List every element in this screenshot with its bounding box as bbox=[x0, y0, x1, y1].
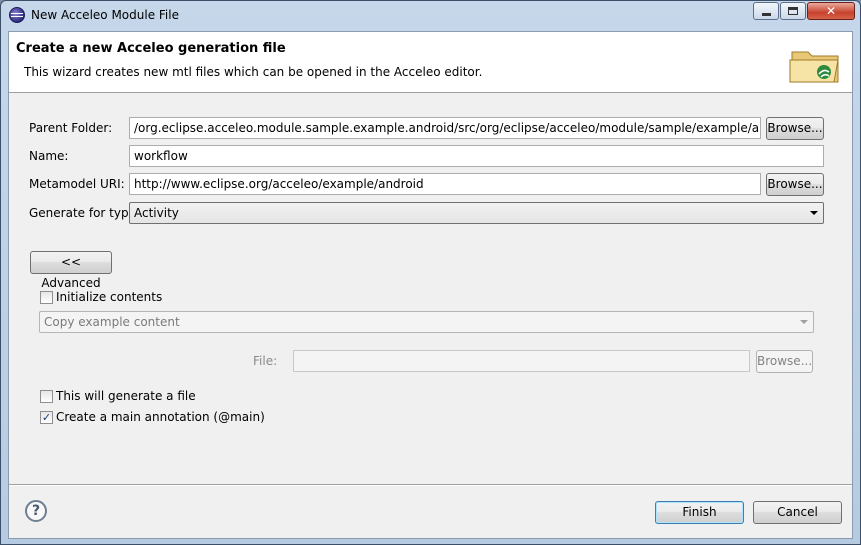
folder-wizard-icon bbox=[789, 51, 839, 83]
finish-button[interactable]: Finish bbox=[655, 501, 744, 524]
name-input[interactable]: workflow bbox=[129, 145, 824, 167]
chevron-down-icon bbox=[800, 320, 808, 324]
main-annotation-label: Create a main annotation (@main) bbox=[56, 410, 265, 424]
help-icon[interactable]: ? bbox=[25, 500, 47, 522]
maximize-button[interactable] bbox=[780, 2, 806, 20]
close-button[interactable]: ✕ bbox=[807, 2, 855, 20]
generate-type-label: Generate for type: bbox=[29, 206, 141, 220]
footer-separator bbox=[9, 484, 852, 486]
banner-description: This wizard creates new mtl files which … bbox=[24, 65, 483, 79]
chevron-down-icon bbox=[810, 211, 818, 215]
name-label: Name: bbox=[29, 149, 69, 163]
file-input[interactable] bbox=[293, 350, 750, 372]
copy-example-value: Copy example content bbox=[44, 315, 180, 329]
close-icon: ✕ bbox=[825, 4, 837, 18]
advanced-toggle-button[interactable]: << Advanced bbox=[30, 251, 112, 290]
generate-file-label: This will generate a file bbox=[56, 389, 196, 403]
initialize-contents-checkbox[interactable] bbox=[40, 291, 53, 304]
initialize-contents-label: Initialize contents bbox=[56, 290, 163, 304]
metamodel-browse-button[interactable]: Browse... bbox=[766, 173, 824, 196]
file-label: File: bbox=[253, 354, 278, 368]
parent-folder-label: Parent Folder: bbox=[29, 121, 113, 135]
banner-title: Create a new Acceleo generation file bbox=[16, 41, 286, 56]
eclipse-app-icon bbox=[9, 7, 25, 23]
dialog-window: New Acceleo Module File ✕ Create a new A… bbox=[0, 0, 861, 545]
generate-type-select[interactable]: Activity bbox=[129, 202, 824, 224]
cancel-button[interactable]: Cancel bbox=[753, 501, 842, 524]
minimize-button[interactable] bbox=[753, 2, 779, 20]
parent-folder-input[interactable]: /org.eclipse.acceleo.module.sample.examp… bbox=[129, 117, 761, 139]
file-browse-button[interactable]: Browse... bbox=[756, 350, 813, 373]
metamodel-uri-label: Metamodel URI: bbox=[29, 177, 125, 191]
dialog-client-area: Create a new Acceleo generation file Thi… bbox=[8, 31, 853, 539]
generate-file-checkbox[interactable] bbox=[40, 390, 53, 403]
maximize-icon bbox=[788, 7, 798, 15]
title-bar[interactable]: New Acceleo Module File ✕ bbox=[1, 1, 860, 29]
metamodel-uri-input[interactable]: http://www.eclipse.org/acceleo/example/a… bbox=[129, 173, 761, 195]
window-title: New Acceleo Module File bbox=[31, 8, 179, 22]
minimize-icon bbox=[761, 12, 771, 16]
copy-example-select[interactable]: Copy example content bbox=[39, 311, 814, 333]
main-annotation-checkbox[interactable]: ✓ bbox=[40, 411, 53, 424]
parent-folder-browse-button[interactable]: Browse... bbox=[766, 117, 824, 140]
wizard-banner: Create a new Acceleo generation file Thi… bbox=[9, 32, 852, 93]
generate-type-value: Activity bbox=[134, 206, 179, 220]
